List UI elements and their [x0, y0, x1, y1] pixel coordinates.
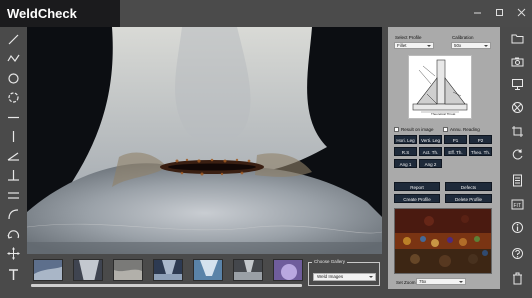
checkbox-label: Annu. Reading	[450, 127, 480, 132]
move-tool-icon[interactable]	[6, 246, 21, 261]
angle-tool-icon[interactable]	[6, 149, 21, 164]
drawing-toolbar	[0, 27, 27, 289]
weld-macro-image[interactable]	[27, 27, 382, 254]
calibration-select[interactable]: 50x	[451, 42, 491, 49]
defects-button[interactable]: Defects	[445, 182, 492, 191]
measurement-panel: Select Profile Fillet Calibration 50x Th…	[388, 27, 500, 289]
image-filmstrip: Choose Gallery Weld Images	[27, 254, 382, 289]
camera-icon[interactable]	[510, 54, 525, 69]
verti-leg-button[interactable]: Verti. Leg	[419, 135, 442, 144]
ang2-button[interactable]: Ang 2	[419, 159, 442, 168]
theo-th-button[interactable]: Theo. Th.	[469, 147, 492, 156]
info-icon[interactable]	[510, 220, 525, 235]
parallel-lines-tool-icon[interactable]	[6, 188, 21, 203]
ang1-button[interactable]: Ang 1	[394, 159, 417, 168]
document-icon[interactable]	[510, 173, 525, 188]
chevron-down-icon	[369, 276, 373, 278]
aperture-icon[interactable]	[510, 100, 525, 115]
circle-dashed-tool-icon[interactable]	[6, 90, 21, 105]
action-toolbar: FIT	[503, 27, 532, 289]
zoom-select[interactable]: 75x	[416, 278, 466, 285]
calibration-label: Calibration	[452, 35, 474, 40]
gallery-select[interactable]: Weld Images	[313, 273, 376, 281]
filmstrip-scrollbar[interactable]	[31, 284, 302, 287]
annu-reading-checkbox[interactable]: Annu. Reading	[443, 127, 480, 132]
zoom-preview	[394, 208, 492, 274]
maximize-icon[interactable]	[494, 7, 504, 17]
thumbnail[interactable]	[73, 259, 103, 281]
title-bar: WeldCheck	[0, 0, 532, 27]
act-th-button[interactable]: Act. Th.	[419, 147, 442, 156]
report-button[interactable]: Report	[394, 182, 440, 191]
checkbox-box	[394, 127, 399, 132]
create-profile-button[interactable]: Create Profile	[394, 194, 440, 203]
polyline-tool-icon[interactable]	[6, 51, 21, 66]
checkbox-label: Result on image	[401, 127, 434, 132]
chevron-down-icon	[484, 45, 488, 47]
trash-icon[interactable]	[510, 271, 525, 286]
circle-tool-icon[interactable]	[6, 71, 21, 86]
status-bar	[0, 289, 532, 298]
help-icon[interactable]	[510, 246, 525, 261]
thumbnail[interactable]	[233, 259, 263, 281]
thumbnail[interactable]	[113, 259, 143, 281]
text-tool-icon[interactable]	[6, 267, 21, 282]
arc-arrow-tool-icon[interactable]	[6, 227, 21, 242]
diagram-caption: Theoretical Throat	[431, 112, 456, 116]
thumbnail[interactable]	[273, 259, 303, 281]
folder-icon[interactable]	[510, 31, 525, 46]
rs-button[interactable]: R.S	[394, 147, 417, 156]
fillet-profile-diagram: Theoretical Throat	[408, 55, 472, 119]
chevron-down-icon	[427, 45, 431, 47]
result-on-image-checkbox[interactable]: Result on image	[394, 127, 434, 132]
profile-label: Select Profile	[395, 35, 422, 40]
thumbnail[interactable]	[193, 259, 223, 281]
refresh-icon[interactable]	[510, 147, 525, 162]
svg-text:FIT: FIT	[514, 203, 522, 209]
fit-icon[interactable]: FIT	[510, 197, 525, 212]
zoom-select-value: 75x	[419, 279, 427, 284]
gallery-title: Choose Gallery	[312, 259, 348, 264]
p1-button[interactable]: P1	[444, 135, 467, 144]
hori-leg-button[interactable]: Hori. Leg	[394, 135, 417, 144]
vertical-line-tool-icon[interactable]	[6, 129, 21, 144]
app-title: WeldCheck	[0, 0, 120, 27]
profile-select[interactable]: Fillet	[394, 42, 434, 49]
close-icon[interactable]	[516, 7, 526, 17]
horizontal-line-tool-icon[interactable]	[6, 110, 21, 125]
eff-th-button[interactable]: Eff. Th.	[444, 147, 467, 156]
window-controls	[472, 7, 526, 17]
p2-button[interactable]: P2	[469, 135, 492, 144]
line-tool-icon[interactable]	[6, 32, 21, 47]
monitor-icon[interactable]	[510, 77, 525, 92]
chevron-down-icon	[459, 281, 463, 283]
minimize-icon[interactable]	[472, 7, 482, 17]
crop-icon[interactable]	[510, 124, 525, 139]
gallery-select-value: Weld Images	[317, 274, 344, 279]
thumbnail[interactable]	[153, 259, 183, 281]
profile-select-value: Fillet	[397, 43, 407, 48]
zoom-label: Set Zoom	[396, 280, 416, 285]
calibration-select-value: 50x	[454, 43, 462, 48]
delete-profile-button[interactable]: Delete Profile	[445, 194, 492, 203]
perpendicular-tool-icon[interactable]	[6, 168, 21, 183]
gallery-group: Choose Gallery Weld Images	[308, 259, 380, 286]
thumbnail[interactable]	[33, 259, 63, 281]
arc-tool-icon[interactable]	[6, 207, 21, 222]
checkbox-box	[443, 127, 448, 132]
